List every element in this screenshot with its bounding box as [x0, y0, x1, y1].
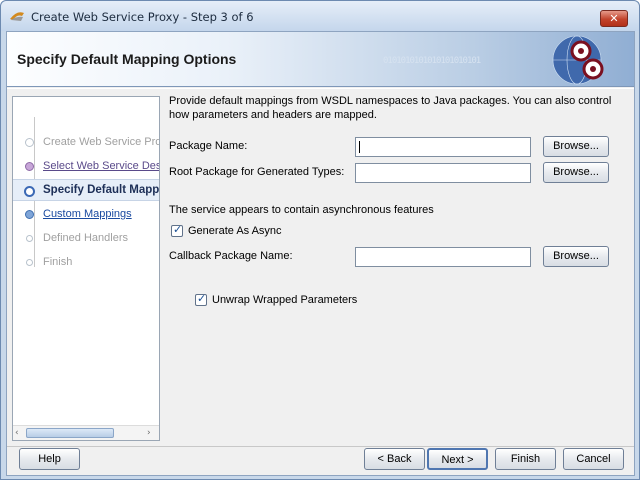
app-icon — [10, 12, 24, 21]
step-label: Defined Handlers — [43, 232, 128, 244]
wizard-header: Specify Default Mapping Options 01010101… — [7, 32, 634, 87]
check-icon: ✓ — [197, 292, 207, 305]
scroll-left-icon[interactable]: ‹ — [15, 428, 25, 438]
callback-package-field[interactable] — [355, 247, 531, 267]
help-button[interactable]: Help — [19, 448, 80, 470]
dialog-client-area: Specify Default Mapping Options 01010101… — [6, 31, 635, 476]
footer-divider — [7, 446, 634, 447]
text-caret — [359, 141, 360, 153]
binary-pattern: 0101010101010101010101 — [383, 56, 481, 66]
root-package-label: Root Package for Generated Types: — [169, 166, 345, 178]
close-button[interactable]: ✕ — [600, 10, 628, 27]
step-create-web-service-proxy: Create Web Service Proxy — [13, 133, 160, 153]
step-node-icon — [25, 162, 34, 171]
unwrap-parameters-label[interactable]: Unwrap Wrapped Parameters — [212, 294, 357, 306]
step-label[interactable]: Select Web Service Description — [43, 160, 159, 172]
step-label: Create Web Service Proxy — [43, 136, 160, 148]
current-step-icon — [24, 186, 35, 197]
root-package-field[interactable] — [355, 163, 531, 183]
browse-package-button[interactable]: Browse... — [543, 136, 609, 157]
scroll-right-icon[interactable]: › — [147, 428, 157, 438]
callback-package-label: Callback Package Name: — [169, 250, 293, 262]
mapping-options-panel: Provide default mappings from WSDL names… — [167, 90, 634, 445]
browse-callback-package-button[interactable]: Browse... — [543, 246, 609, 267]
step-custom-mappings[interactable]: Custom Mappings — [13, 205, 159, 225]
cancel-button[interactable]: Cancel — [563, 448, 624, 470]
generate-async-label[interactable]: Generate As Async — [188, 225, 282, 237]
dialog-window: Create Web Service Proxy - Step 3 of 6 ✕… — [0, 0, 640, 480]
step-label[interactable]: Custom Mappings — [43, 208, 132, 220]
back-button[interactable]: < Back — [364, 448, 425, 470]
step-specify-default-mapping-options: Specify Default Mapping Options — [13, 179, 160, 201]
unwrap-parameters-checkbox[interactable]: ✓ — [195, 292, 207, 306]
step-label: Finish — [43, 256, 73, 268]
step-node-icon — [26, 259, 33, 266]
package-name-label: Package Name: — [169, 140, 248, 152]
web-service-graphic-icon — [552, 35, 604, 85]
check-icon: ✓ — [173, 223, 183, 236]
step-node-icon — [25, 138, 34, 147]
generate-async-checkbox[interactable]: ✓ — [171, 223, 183, 237]
page-title: Specify Default Mapping Options — [17, 51, 237, 67]
step-finish: Finish — [13, 253, 159, 273]
horizontal-scrollbar[interactable]: ‹ › — [13, 425, 159, 440]
step-select-web-service-description[interactable]: Select Web Service Description — [13, 157, 159, 177]
window-title: Create Web Service Proxy - Step 3 of 6 — [31, 10, 254, 24]
step-node-icon — [25, 210, 34, 219]
scrollbar-thumb[interactable] — [26, 428, 114, 438]
step-node-icon — [26, 235, 33, 242]
async-notice: The service appears to contain asynchron… — [169, 204, 434, 216]
finish-button[interactable]: Finish — [495, 448, 556, 470]
next-button[interactable]: Next > — [427, 448, 488, 470]
description-text: Provide default mappings from WSDL names… — [169, 95, 612, 121]
wizard-steps-panel: Create Web Service Proxy Select Web Serv… — [12, 96, 160, 441]
step-defined-handlers: Defined Handlers — [13, 229, 159, 249]
package-name-field[interactable] — [355, 137, 531, 157]
title-bar[interactable]: Create Web Service Proxy - Step 3 of 6 ✕ — [1, 1, 639, 31]
step-label: Specify Default Mapping Options — [43, 184, 160, 196]
browse-root-package-button[interactable]: Browse... — [543, 162, 609, 183]
